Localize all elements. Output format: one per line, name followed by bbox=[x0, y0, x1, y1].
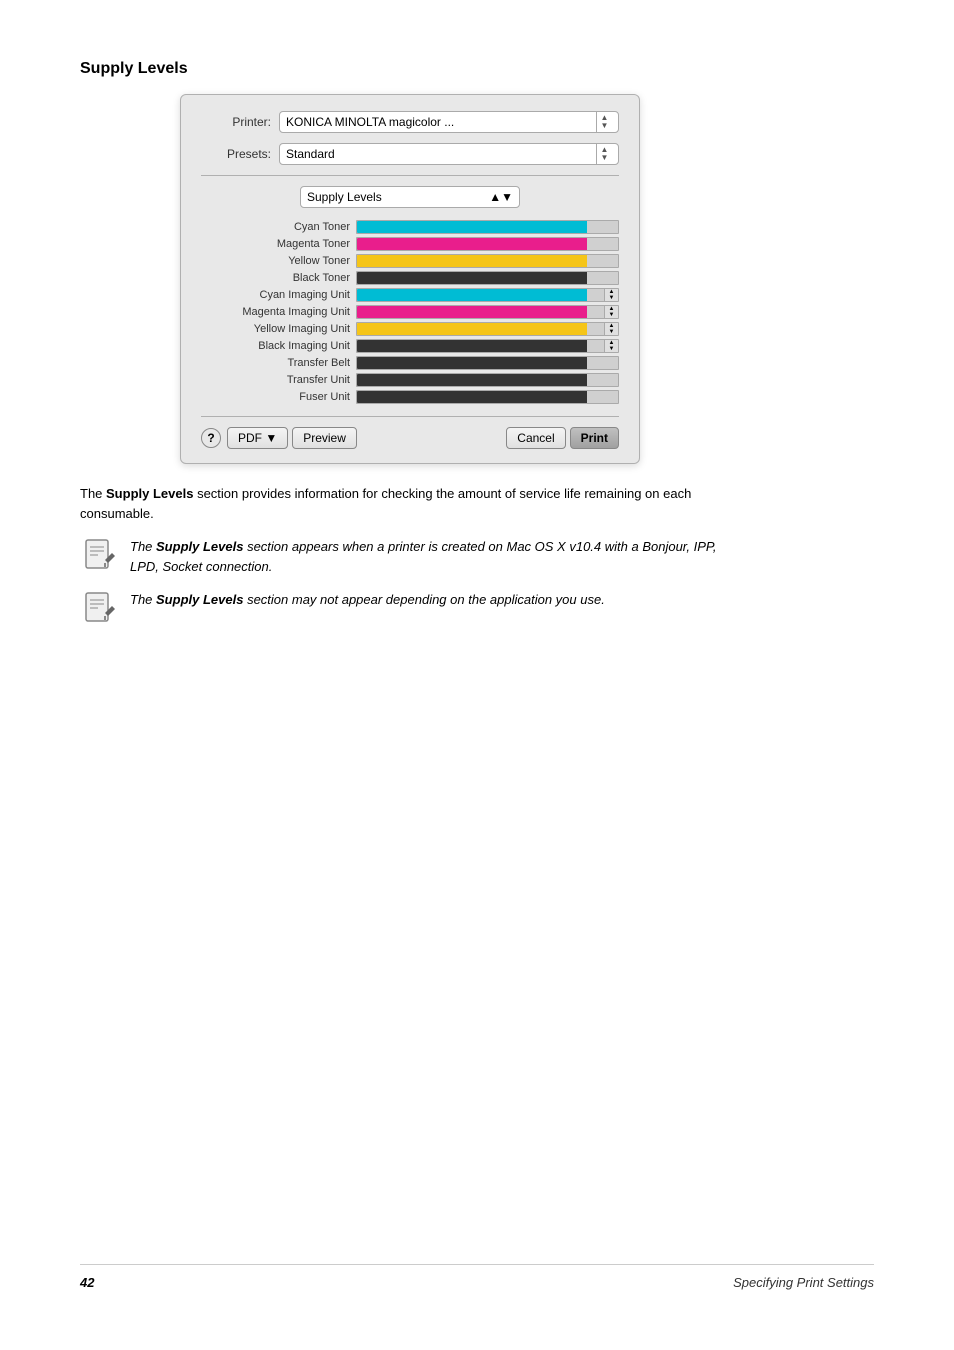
supply-row: Yellow Imaging Unit ▲▼ bbox=[201, 322, 619, 336]
supply-bar bbox=[357, 374, 587, 386]
note1-bold: Supply Levels bbox=[156, 539, 243, 554]
preview-button[interactable]: Preview bbox=[292, 427, 357, 449]
supply-name: Yellow Toner bbox=[201, 255, 356, 267]
supply-bar-container bbox=[356, 254, 619, 268]
note-block-1: The Supply Levels section appears when a… bbox=[80, 537, 720, 576]
supply-name: Cyan Imaging Unit bbox=[201, 289, 356, 301]
supply-row: Transfer Unit bbox=[201, 373, 619, 387]
cancel-button[interactable]: Cancel bbox=[506, 427, 565, 449]
supply-name: Transfer Belt bbox=[201, 357, 356, 369]
supply-bar bbox=[357, 306, 587, 318]
supply-row: Fuser Unit bbox=[201, 390, 619, 404]
print-button[interactable]: Print bbox=[570, 427, 619, 449]
supply-bar-container: ▲▼ bbox=[356, 305, 619, 319]
print-dialog: Printer: KONICA MINOLTA magicolor ... ▲▼… bbox=[180, 94, 640, 464]
supply-row: Magenta Imaging Unit ▲▼ bbox=[201, 305, 619, 319]
supply-name: Fuser Unit bbox=[201, 391, 356, 403]
presets-value: Standard bbox=[286, 147, 335, 161]
supply-bar bbox=[357, 272, 587, 284]
supply-name: Cyan Toner bbox=[201, 221, 356, 233]
note2-bold: Supply Levels bbox=[156, 592, 243, 607]
supply-row: Black Imaging Unit ▲▼ bbox=[201, 339, 619, 353]
note-2-text: The Supply Levels section may not appear… bbox=[130, 590, 605, 610]
supply-bar-stepper[interactable]: ▲▼ bbox=[604, 323, 618, 335]
supply-row: Transfer Belt bbox=[201, 356, 619, 370]
supply-row: Cyan Imaging Unit ▲▼ bbox=[201, 288, 619, 302]
supply-bar bbox=[357, 340, 587, 352]
supply-bar-container bbox=[356, 373, 619, 387]
note2-rest: section may not appear depending on the … bbox=[247, 592, 605, 607]
supply-bar-container bbox=[356, 271, 619, 285]
help-button[interactable]: ? bbox=[201, 428, 221, 448]
supply-row: Black Toner bbox=[201, 271, 619, 285]
pdf-button[interactable]: PDF ▼ bbox=[227, 427, 288, 449]
section-title: Supply Levels bbox=[80, 60, 874, 78]
supply-name: Yellow Imaging Unit bbox=[201, 323, 356, 335]
presets-stepper[interactable]: ▲▼ bbox=[596, 144, 612, 164]
supply-row: Cyan Toner bbox=[201, 220, 619, 234]
printer-stepper[interactable]: ▲▼ bbox=[596, 112, 612, 132]
supply-name: Magenta Toner bbox=[201, 238, 356, 250]
supply-bar bbox=[357, 391, 587, 403]
supply-bar-container: ▲▼ bbox=[356, 339, 619, 353]
supply-levels-stepper[interactable]: ▲▼ bbox=[489, 190, 513, 204]
supply-bar-container bbox=[356, 390, 619, 404]
intro-paragraph: The Supply Levels section provides infor… bbox=[80, 484, 720, 523]
supply-levels-select[interactable]: Supply Levels ▲▼ bbox=[300, 186, 520, 208]
supply-bar-stepper[interactable]: ▲▼ bbox=[604, 306, 618, 318]
supply-levels-label: Supply Levels bbox=[307, 190, 382, 204]
presets-label: Presets: bbox=[201, 147, 271, 161]
supply-bar bbox=[357, 323, 587, 335]
footer-title: Specifying Print Settings bbox=[733, 1275, 874, 1290]
supply-bar-container: ▲▼ bbox=[356, 322, 619, 336]
supply-bar-container: ▲▼ bbox=[356, 288, 619, 302]
note-icon-2 bbox=[80, 590, 120, 626]
dialog-bottom: ? PDF ▼ Preview Cancel Print bbox=[201, 416, 619, 449]
supply-bar-container bbox=[356, 220, 619, 234]
dialog-divider bbox=[201, 175, 619, 176]
supply-row: Yellow Toner bbox=[201, 254, 619, 268]
note-icon-1 bbox=[80, 537, 120, 573]
supply-name: Black Imaging Unit bbox=[201, 340, 356, 352]
supply-name: Transfer Unit bbox=[201, 374, 356, 386]
footer-page-number: 42 bbox=[80, 1275, 94, 1290]
supply-bar bbox=[357, 357, 587, 369]
note-1-text: The Supply Levels section appears when a… bbox=[130, 537, 720, 576]
supply-bar bbox=[357, 221, 587, 233]
supply-bar bbox=[357, 255, 587, 267]
body-text: The Supply Levels section provides infor… bbox=[80, 484, 720, 626]
supply-bar-stepper[interactable]: ▲▼ bbox=[604, 340, 618, 352]
supply-bar bbox=[357, 289, 587, 301]
note-block-2: The Supply Levels section may not appear… bbox=[80, 590, 720, 626]
page-footer: 42 Specifying Print Settings bbox=[80, 1264, 874, 1290]
supply-name: Black Toner bbox=[201, 272, 356, 284]
supply-table: Cyan Toner Magenta Toner Yellow Toner Black… bbox=[201, 220, 619, 404]
intro-bold: Supply Levels bbox=[106, 486, 193, 501]
supply-row: Magenta Toner bbox=[201, 237, 619, 251]
printer-value: KONICA MINOLTA magicolor ... bbox=[286, 115, 454, 129]
presets-select[interactable]: Standard ▲▼ bbox=[279, 143, 619, 165]
supply-levels-row: Supply Levels ▲▼ bbox=[201, 186, 619, 208]
supply-bar-container bbox=[356, 356, 619, 370]
supply-bar bbox=[357, 238, 587, 250]
printer-row: Printer: KONICA MINOLTA magicolor ... ▲▼ bbox=[201, 111, 619, 133]
supply-name: Magenta Imaging Unit bbox=[201, 306, 356, 318]
supply-bar-container bbox=[356, 237, 619, 251]
printer-select[interactable]: KONICA MINOLTA magicolor ... ▲▼ bbox=[279, 111, 619, 133]
presets-row: Presets: Standard ▲▼ bbox=[201, 143, 619, 165]
supply-bar-stepper[interactable]: ▲▼ bbox=[604, 289, 618, 301]
printer-label: Printer: bbox=[201, 115, 271, 129]
